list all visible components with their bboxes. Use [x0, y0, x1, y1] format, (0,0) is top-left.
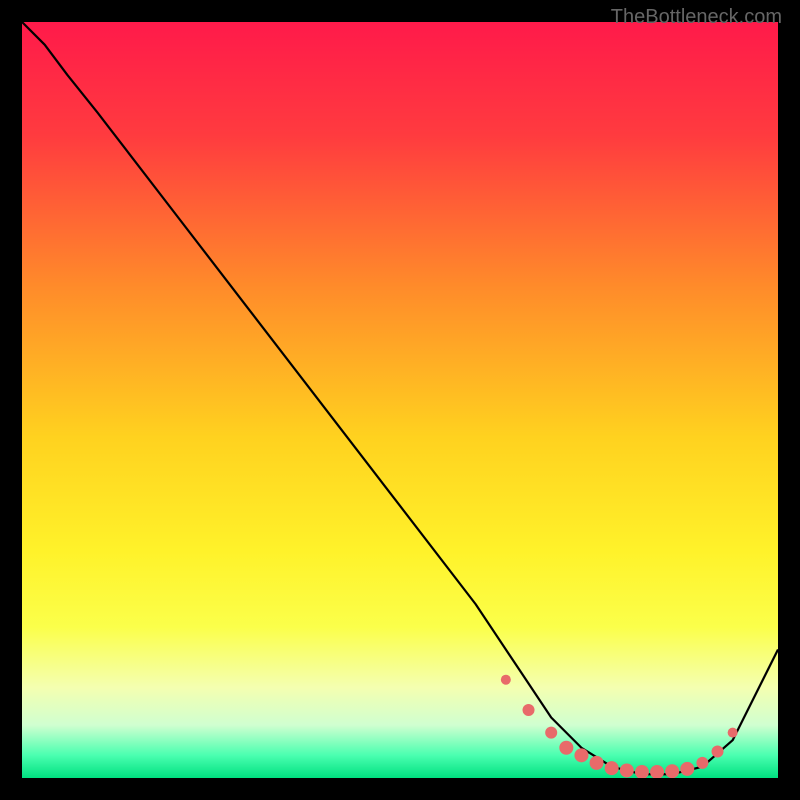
marker-dot	[559, 741, 573, 755]
marker-dot	[680, 762, 694, 776]
chart-svg	[22, 22, 778, 778]
marker-dot	[712, 746, 724, 758]
marker-dot	[665, 764, 679, 778]
marker-dot	[728, 728, 738, 738]
marker-dot	[620, 763, 634, 777]
marker-dot	[605, 761, 619, 775]
marker-dot	[545, 727, 557, 739]
gradient-background	[22, 22, 778, 778]
watermark-text: TheBottleneck.com	[611, 6, 782, 29]
marker-dot	[696, 757, 708, 769]
marker-dot	[574, 748, 588, 762]
chart-container: TheBottleneck.com	[0, 0, 800, 800]
marker-dot	[523, 704, 535, 716]
plot-area	[22, 22, 778, 778]
marker-dot	[590, 756, 604, 770]
marker-dot	[501, 675, 511, 685]
